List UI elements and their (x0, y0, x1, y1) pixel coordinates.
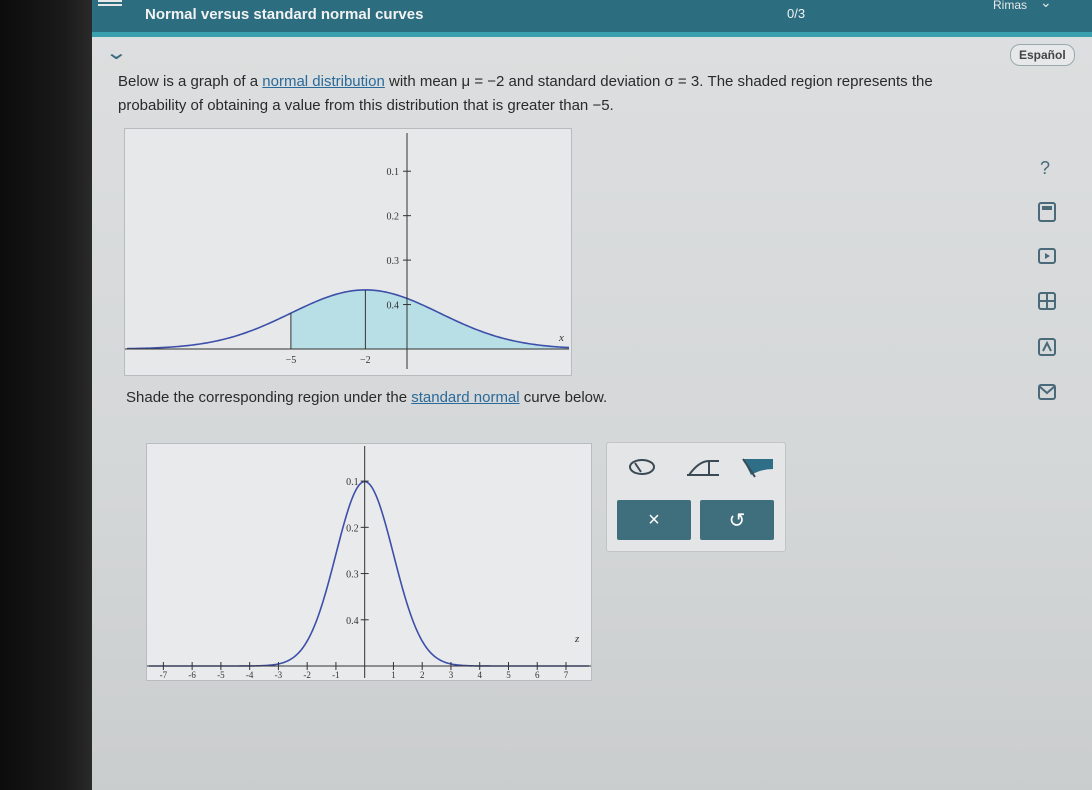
y-tick-label: 0.2 (346, 523, 359, 534)
y-tick-label: 0.3 (387, 256, 400, 267)
standard-normal-link[interactable]: standard normal (411, 389, 519, 406)
instruction-text-2: curve below. (519, 389, 608, 406)
z-tick-label: 1 (391, 670, 396, 680)
calculator-icon[interactable] (1038, 202, 1056, 227)
z-tick-label: -4 (246, 670, 254, 680)
problem-statement: Below is a graph of a normal distributio… (118, 70, 988, 118)
threshold-value: −5 (592, 97, 610, 114)
menu-icon[interactable] (98, 0, 122, 6)
y-tick-label: 0.3 (346, 570, 359, 581)
undo-button[interactable]: ↺ (700, 500, 774, 540)
mean-expression: μ = −2 (461, 73, 505, 90)
z-tick-label: 6 (535, 670, 540, 680)
z-tick-label: -5 (217, 670, 225, 680)
sd-expression: σ = 3 (664, 73, 700, 90)
standard-normal-graph[interactable]: 0.4 0.3 0.2 0.1 -7 -6 -5 -4 -3 -2 -1 1 2 3 4 5 6 7 z (146, 443, 592, 681)
tool-palette: × ↺ (606, 442, 786, 552)
normal-distribution-svg: 0.4 0.3 0.2 0.1 −5 −2 x (125, 133, 570, 369)
textbook-icon[interactable] (1038, 338, 1056, 361)
data-icon[interactable] (1038, 292, 1056, 315)
eraser-icon[interactable] (627, 455, 657, 482)
y-tick-label: 0.1 (346, 477, 359, 488)
y-tick-label: 0.4 (346, 616, 359, 627)
screen-bezel (0, 0, 92, 790)
language-button[interactable]: Español (1010, 44, 1075, 66)
standard-normal-svg[interactable]: 0.4 0.3 0.2 0.1 -7 -6 -5 -4 -3 -2 -1 1 2 3 4 5 6 7 z (147, 444, 591, 680)
instruction-text-1: Shade the corresponding region under the (126, 389, 412, 406)
z-tick-label: -6 (188, 670, 196, 680)
message-icon[interactable] (1038, 384, 1056, 405)
clear-button[interactable]: × (617, 500, 691, 540)
x-axis-label: x (558, 332, 564, 344)
normal-distribution-link[interactable]: normal distribution (262, 73, 385, 90)
region-right-icon[interactable] (741, 455, 775, 484)
video-icon[interactable] (1038, 248, 1056, 269)
z-tick-label: 3 (449, 670, 454, 680)
normal-distribution-graph: 0.4 0.3 0.2 0.1 −5 −2 x (124, 128, 572, 376)
y-tick-label: 0.4 (387, 301, 400, 312)
z-tick-label: -1 (332, 670, 340, 680)
problem-text-5: . (609, 97, 614, 114)
x-tick-label: −2 (360, 355, 371, 366)
problem-text-1: Below is a graph of a (118, 73, 263, 90)
user-name[interactable]: Rimas (993, 0, 1027, 12)
z-tick-label: -2 (303, 670, 311, 680)
region-left-icon[interactable] (685, 455, 721, 482)
z-tick-label: -7 (160, 670, 168, 680)
standard-normal-curve (149, 480, 589, 667)
chevron-down-icon[interactable]: ⌄ (1040, 0, 1052, 11)
y-tick-label: 0.2 (387, 212, 400, 223)
problem-text-3: and standard deviation (504, 73, 665, 90)
instruction: Shade the corresponding region under the… (126, 389, 607, 406)
y-tick-label: 0.1 (387, 167, 400, 178)
z-tick-label: 4 (477, 670, 482, 680)
help-icon[interactable]: ? (1040, 158, 1050, 179)
problem-text-2: with mean (384, 73, 462, 90)
progress-count: 0/3 (787, 6, 806, 21)
z-tick-label: -3 (275, 670, 283, 680)
z-tick-label: 2 (420, 670, 425, 680)
z-tick-label: 7 (564, 670, 569, 680)
z-tick-label: 5 (506, 670, 511, 680)
page-title: Normal versus standard normal curves (145, 6, 424, 23)
collapse-chevron-icon[interactable]: ⌄ (105, 40, 128, 65)
x-tick-label: −5 (286, 355, 297, 366)
shaded-region (290, 289, 569, 349)
z-axis-label: z (574, 633, 580, 645)
